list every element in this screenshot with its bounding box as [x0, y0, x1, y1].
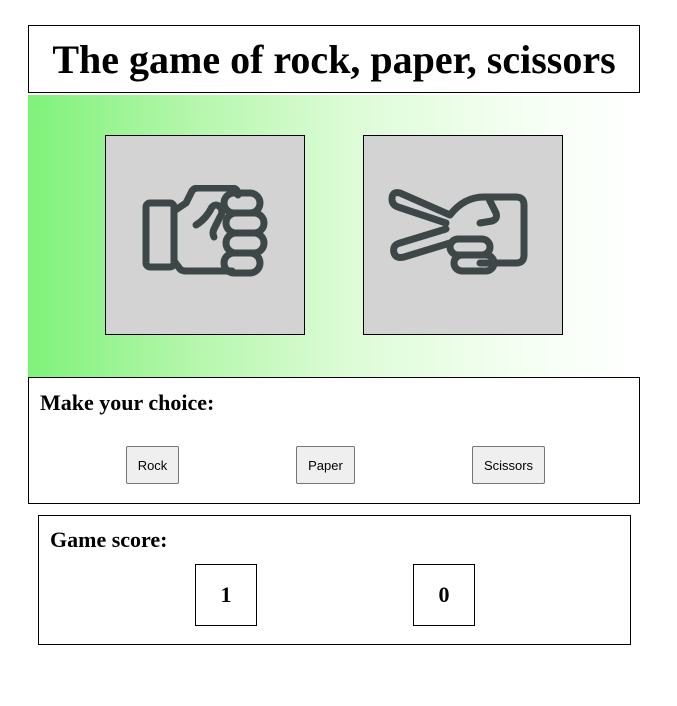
player-hand-card — [105, 135, 305, 335]
scissors-hand-icon — [388, 189, 528, 275]
game-arena — [28, 95, 640, 377]
paper-button[interactable]: Paper — [296, 446, 355, 484]
page-title: The game of rock, paper, scissors — [52, 36, 616, 82]
computer-hand-card — [363, 135, 563, 335]
rock-button[interactable]: Rock — [126, 446, 179, 484]
computer-score: 0 — [413, 564, 475, 626]
score-panel: Game score: 1 0 — [38, 515, 631, 645]
score-heading: Game score: — [50, 527, 168, 552]
player-score: 1 — [195, 564, 257, 626]
rock-fist-icon — [142, 185, 268, 277]
choice-heading: Make your choice: — [40, 390, 215, 415]
choice-panel: Make your choice: Rock Paper Scissors — [28, 377, 640, 504]
title-box: The game of rock, paper, scissors — [28, 25, 640, 93]
scissors-button[interactable]: Scissors — [472, 446, 545, 484]
